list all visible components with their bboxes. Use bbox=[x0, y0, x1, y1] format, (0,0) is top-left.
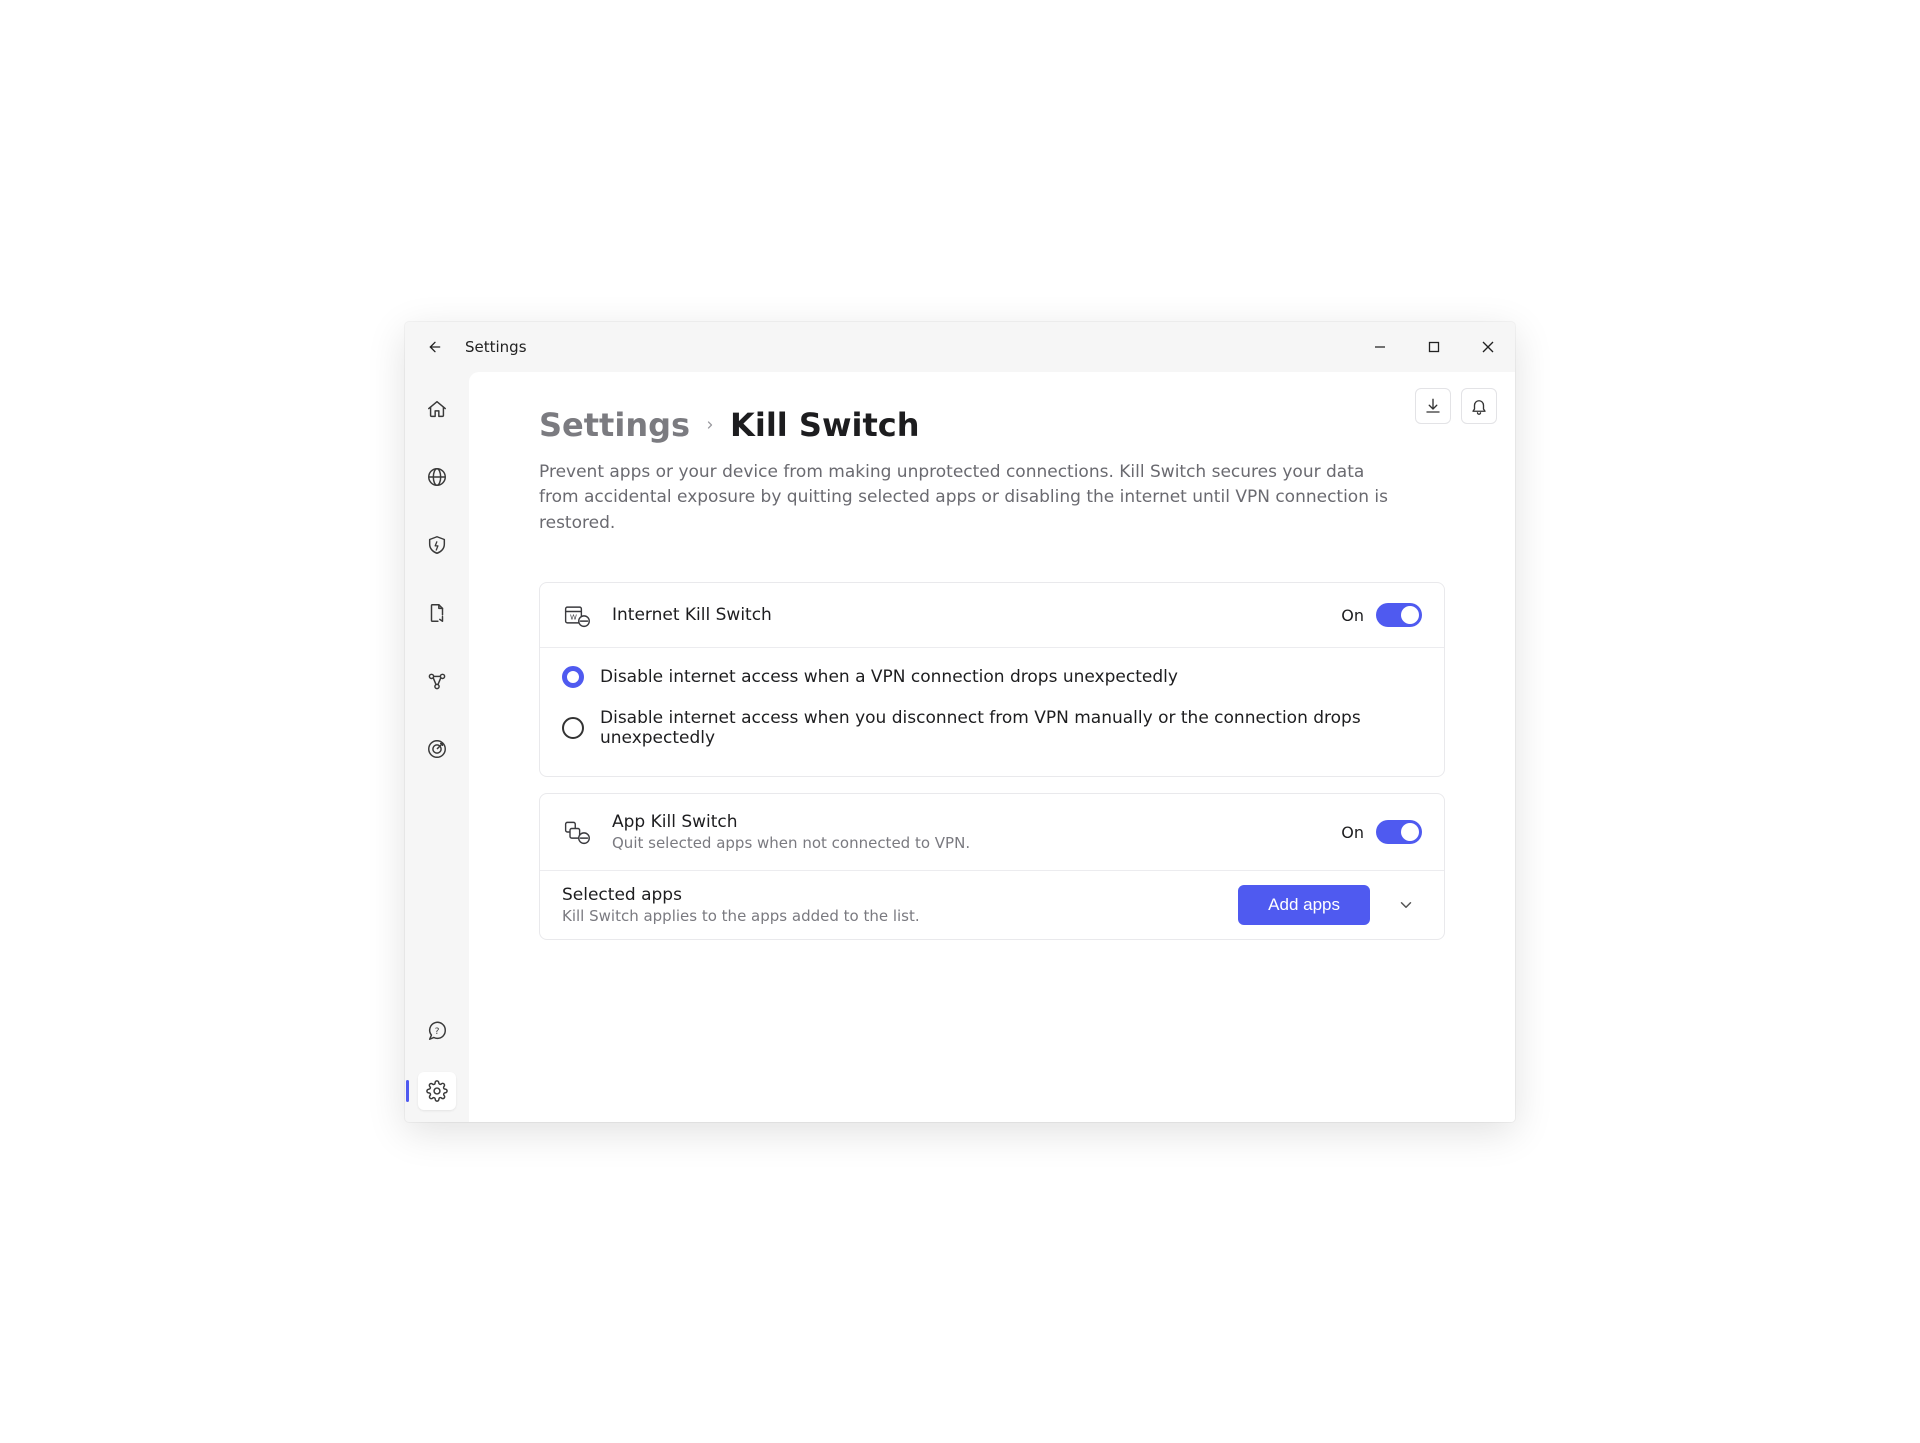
app-kill-switch-card: App Kill Switch Quit selected apps when … bbox=[539, 793, 1445, 940]
breadcrumb-current: Kill Switch bbox=[730, 406, 919, 444]
sidebar-item-threat-protection[interactable] bbox=[418, 526, 456, 564]
target-icon bbox=[426, 738, 448, 760]
globe-icon bbox=[426, 466, 448, 488]
page-description: Prevent apps or your device from making … bbox=[539, 460, 1399, 537]
add-apps-button[interactable]: Add apps bbox=[1238, 885, 1370, 925]
download-button[interactable] bbox=[1415, 388, 1451, 424]
selected-apps-title: Selected apps bbox=[562, 885, 1218, 905]
app-ks-toggle-label: On bbox=[1341, 823, 1364, 842]
chevron-down-icon bbox=[1397, 896, 1415, 914]
sidebar-item-file-share[interactable] bbox=[418, 594, 456, 632]
maximize-icon bbox=[1428, 341, 1440, 353]
close-button[interactable] bbox=[1461, 322, 1515, 372]
svg-text:W: W bbox=[570, 613, 577, 621]
nodes-icon bbox=[426, 670, 448, 692]
content-pane: Settings Kill Switch Prevent apps or you… bbox=[469, 372, 1515, 1122]
expand-selected-apps[interactable] bbox=[1390, 896, 1422, 914]
internet-ks-title: Internet Kill Switch bbox=[612, 605, 1321, 625]
minimize-icon bbox=[1374, 341, 1386, 353]
sidebar-item-help[interactable]: ? bbox=[418, 1012, 456, 1050]
sidebar-item-settings[interactable] bbox=[418, 1072, 456, 1110]
internet-kill-switch-card: W Internet Kill Switch On bbox=[539, 582, 1445, 777]
home-icon bbox=[426, 398, 448, 420]
help-chat-icon: ? bbox=[426, 1020, 448, 1042]
titlebar: Settings bbox=[405, 322, 1515, 372]
window-title: Settings bbox=[465, 338, 527, 356]
app-ks-toggle[interactable] bbox=[1376, 820, 1422, 844]
internet-ks-toggle[interactable] bbox=[1376, 603, 1422, 627]
shield-bolt-icon bbox=[426, 534, 448, 556]
gear-icon bbox=[426, 1080, 448, 1102]
back-button[interactable] bbox=[423, 339, 447, 355]
app-window: Settings bbox=[405, 322, 1515, 1122]
sidebar-item-target[interactable] bbox=[418, 730, 456, 768]
close-icon bbox=[1482, 341, 1494, 353]
sidebar-item-home[interactable] bbox=[418, 390, 456, 428]
internet-ks-icon: W bbox=[562, 601, 592, 629]
sidebar: ? bbox=[405, 372, 469, 1122]
maximize-button[interactable] bbox=[1407, 322, 1461, 372]
internet-ks-option-2[interactable]: Disable internet access when you disconn… bbox=[562, 698, 1422, 758]
internet-ks-option-2-label: Disable internet access when you disconn… bbox=[600, 708, 1422, 748]
breadcrumb: Settings Kill Switch bbox=[539, 406, 1445, 444]
notifications-button[interactable] bbox=[1461, 388, 1497, 424]
arrow-left-icon bbox=[427, 339, 443, 355]
radio-selected-icon bbox=[562, 666, 584, 688]
sidebar-item-globe[interactable] bbox=[418, 458, 456, 496]
internet-ks-toggle-label: On bbox=[1341, 606, 1364, 625]
window-controls bbox=[1353, 322, 1515, 372]
bell-icon bbox=[1470, 397, 1488, 415]
internet-ks-option-1-label: Disable internet access when a VPN conne… bbox=[600, 667, 1178, 687]
app-ks-subtitle: Quit selected apps when not connected to… bbox=[612, 834, 1321, 852]
sidebar-item-meshnet[interactable] bbox=[418, 662, 456, 700]
selected-apps-subtitle: Kill Switch applies to the apps added to… bbox=[562, 907, 1218, 925]
svg-text:?: ? bbox=[435, 1025, 440, 1036]
radio-unselected-icon bbox=[562, 717, 584, 739]
internet-ks-option-1[interactable]: Disable internet access when a VPN conne… bbox=[562, 656, 1422, 698]
file-arrow-icon bbox=[426, 602, 448, 624]
app-ks-title: App Kill Switch bbox=[612, 812, 1321, 832]
minimize-button[interactable] bbox=[1353, 322, 1407, 372]
download-icon bbox=[1424, 397, 1442, 415]
chevron-right-icon bbox=[704, 419, 716, 431]
app-ks-icon bbox=[562, 818, 592, 846]
breadcrumb-parent[interactable]: Settings bbox=[539, 406, 690, 444]
